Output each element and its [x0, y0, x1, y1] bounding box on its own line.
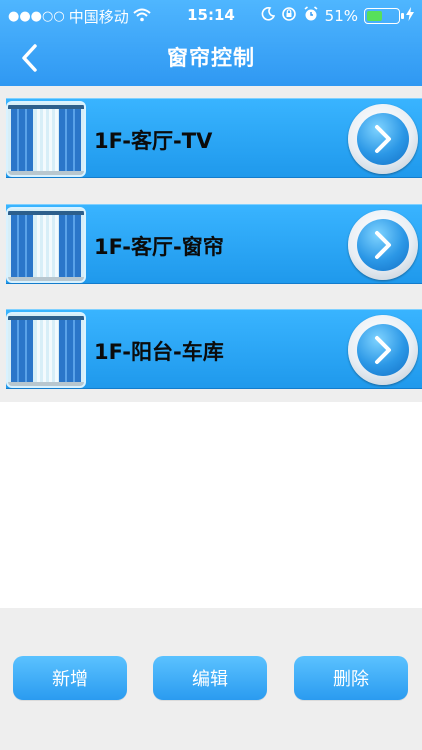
page-title: 窗帘控制	[167, 46, 255, 70]
item-label: 1F-客厅-TV	[94, 129, 213, 153]
curtain-icon	[6, 101, 86, 177]
charging-icon	[406, 7, 414, 25]
open-item-button[interactable]	[348, 210, 418, 280]
arrow-right-icon	[357, 113, 409, 165]
battery-fill	[366, 10, 382, 21]
battery-icon	[364, 8, 404, 24]
add-button[interactable]: 新增	[13, 656, 127, 700]
open-item-button[interactable]	[348, 315, 418, 385]
moon-icon	[261, 7, 275, 25]
status-right: 51%	[261, 6, 414, 26]
list-item[interactable]: 1F-客厅-TV	[6, 98, 422, 178]
list-item[interactable]: 1F-阳台-车库	[6, 309, 422, 389]
list-item[interactable]: 1F-客厅-窗帘	[6, 204, 422, 284]
battery-percent: 51%	[324, 7, 358, 25]
item-label: 1F-客厅-窗帘	[94, 235, 224, 259]
bottom-toolbar: 新增 编辑 删除	[0, 608, 422, 750]
item-label: 1F-阳台-车库	[94, 340, 224, 364]
alarm-icon	[303, 6, 319, 26]
status-bar: ●●●○○ 中国移动 15:14 51%	[0, 0, 422, 30]
rotation-lock-icon	[281, 6, 297, 26]
arrow-right-icon	[357, 324, 409, 376]
battery-cap	[401, 13, 404, 19]
curtain-icon	[6, 312, 86, 388]
open-item-button[interactable]	[348, 104, 418, 174]
curtain-icon	[6, 207, 86, 283]
edit-button[interactable]: 编辑	[153, 656, 267, 700]
arrow-right-icon	[357, 219, 409, 271]
delete-button[interactable]: 删除	[294, 656, 408, 700]
navigation-bar: 窗帘控制	[0, 30, 422, 86]
top-bar: ●●●○○ 中国移动 15:14 51% 窗帘控制	[0, 0, 422, 86]
curtain-list: 1F-客厅-TV 1F-客厅-窗帘 1F-阳台-车库	[0, 86, 422, 402]
